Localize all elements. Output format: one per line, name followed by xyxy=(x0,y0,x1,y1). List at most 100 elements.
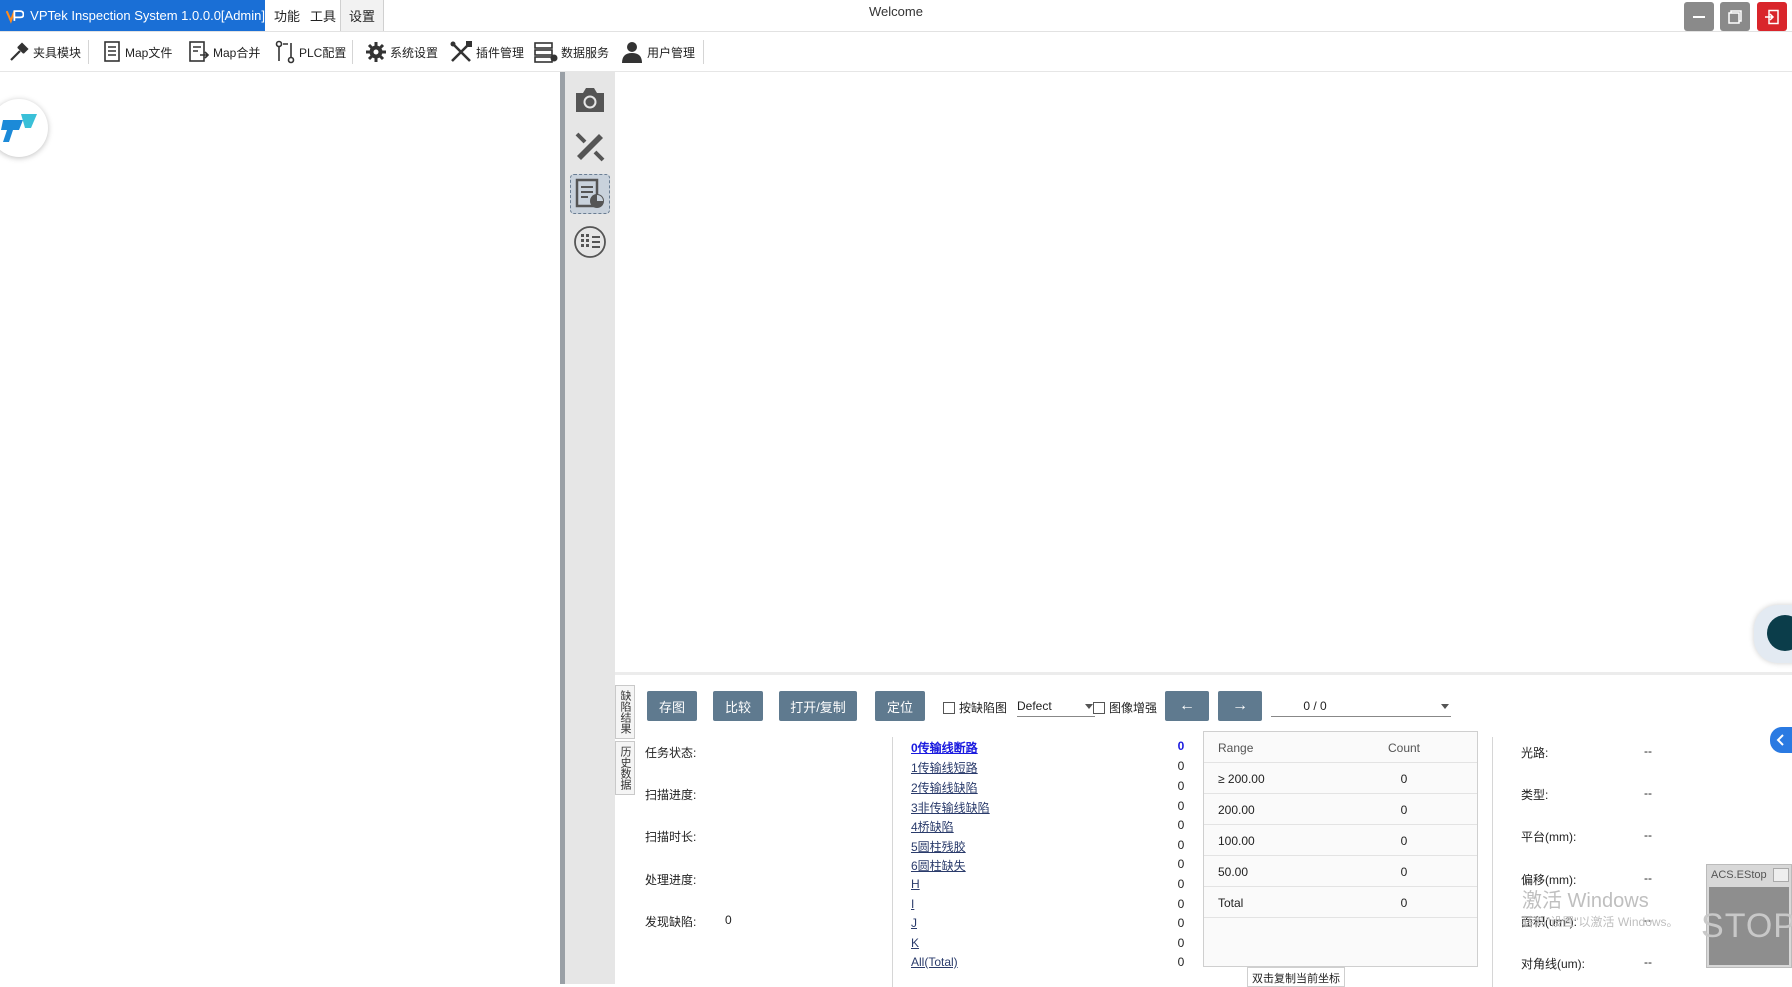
fixture-icon xyxy=(10,42,29,61)
save-image-button[interactable]: 存图 xyxy=(647,691,697,721)
emergency-stop-button[interactable]: STOP xyxy=(1701,887,1792,965)
diagonal-label: 对角线(um): xyxy=(1521,957,1585,971)
assistant-logo-icon xyxy=(1,114,37,142)
chevron-left-icon xyxy=(1776,734,1784,746)
next-button[interactable]: → xyxy=(1218,691,1262,721)
toolbar-fixture-button[interactable]: 夹具模块 xyxy=(8,37,81,67)
defect-type-link[interactable]: 6圆柱缺失 xyxy=(911,857,966,874)
app-name: VPTek Inspection System 1.0.0.0[Admin] xyxy=(30,8,265,23)
chevron-down-icon xyxy=(1085,704,1093,709)
tab-history-data[interactable]: 历史数据 xyxy=(615,741,635,795)
checkbox-box xyxy=(943,701,955,714)
table-row[interactable]: 200.00 0 xyxy=(1204,794,1477,825)
page-indicator[interactable]: 0 / 0 xyxy=(1271,695,1359,717)
light-path-value: -- xyxy=(1644,744,1652,758)
toolbar-user-management-button[interactable]: 用户管理 xyxy=(620,37,695,67)
defect-type-link[interactable]: 1传输线短路 xyxy=(911,759,978,776)
table-row[interactable]: ≥ 200.00 0 xyxy=(1204,763,1477,794)
toolbar-plugins-label: 插件管理 xyxy=(476,45,525,60)
toolbar-plugins-button[interactable]: 插件管理 xyxy=(449,37,524,67)
open-copy-button[interactable]: 打开/复制 xyxy=(779,691,857,721)
menu-settings[interactable]: 设置 xyxy=(340,0,385,31)
view-tool-strip xyxy=(565,72,615,984)
copy-coordinate-hint[interactable]: 双击复制当前坐标 xyxy=(1247,967,1345,987)
locate-button[interactable]: 定位 xyxy=(875,691,925,721)
image-enhance-checkbox-label: 图像增强 xyxy=(1109,701,1158,715)
platform-label: 平台(mm): xyxy=(1521,830,1577,844)
floating-widget[interactable] xyxy=(1754,605,1792,663)
estop-toggle[interactable] xyxy=(1773,868,1789,882)
defect-type-link[interactable]: I xyxy=(911,897,914,911)
toolbar-fixture-label: 夹具模块 xyxy=(33,45,82,60)
toolbar-plc-button[interactable]: PLC配置 xyxy=(274,37,346,67)
tab-defect-result[interactable]: 缺陷结果 xyxy=(615,685,635,739)
count-cell: 0 xyxy=(1400,834,1408,848)
exit-button[interactable] xyxy=(1757,2,1787,31)
map-merge-icon xyxy=(189,41,210,62)
count-cell: 0 xyxy=(1400,772,1408,786)
watermark-subtitle: 转到"设置"以激活 Windows。 xyxy=(1522,915,1679,929)
defect-type-count: 0 xyxy=(1177,739,1185,753)
toolbar-map-file-button[interactable]: Map文件 xyxy=(102,37,172,67)
defect-map-checkbox[interactable]: 按缺陷图 xyxy=(943,699,1007,716)
table-row[interactable]: 100.00 0 xyxy=(1204,825,1477,856)
image-enhance-checkbox[interactable]: 图像增强 xyxy=(1093,699,1157,716)
defects-found-value: 0 xyxy=(725,913,732,927)
defect-type-link[interactable]: 4桥缺陷 xyxy=(911,818,954,835)
maximize-button[interactable] xyxy=(1720,2,1750,31)
defect-type-link[interactable]: 2传输线缺陷 xyxy=(911,779,978,796)
offset-value: -- xyxy=(1644,871,1652,885)
defect-select[interactable]: Defect xyxy=(1017,695,1095,717)
defect-type-link[interactable]: H xyxy=(911,877,920,891)
image-view[interactable] xyxy=(615,72,1792,672)
defects-found-label: 发现缺陷: xyxy=(645,915,697,929)
prev-button[interactable]: ← xyxy=(1165,691,1209,721)
defect-type-count: 0 xyxy=(1177,936,1185,950)
defect-type-count: 0 xyxy=(1177,857,1185,871)
defect-type-link[interactable]: J xyxy=(911,916,917,930)
light-path-label: 光路: xyxy=(1521,746,1549,760)
defect-map-checkbox-label: 按缺陷图 xyxy=(959,701,1008,715)
range-cell: Total xyxy=(1218,896,1244,910)
toolbar-user-management-label: 用户管理 xyxy=(647,45,696,60)
toolbar-system-settings-button[interactable]: 系统设置 xyxy=(365,37,438,67)
defect-type-link[interactable]: All(Total) xyxy=(911,955,958,969)
view-select[interactable] xyxy=(1359,695,1451,717)
count-cell: 0 xyxy=(1400,803,1408,817)
expand-panel-button[interactable] xyxy=(1770,727,1792,753)
emergency-stop-panel: ACS.EStop STOP xyxy=(1701,864,1792,968)
table-row[interactable]: Total 0 xyxy=(1204,887,1477,918)
defect-type-link[interactable]: 3非传输线缺陷 xyxy=(911,799,990,816)
vp-logo-icon xyxy=(6,9,25,24)
camera-icon xyxy=(576,88,604,112)
grid-list-button[interactable] xyxy=(570,222,610,262)
left-map-panel[interactable] xyxy=(0,72,560,984)
report-icon xyxy=(575,178,604,208)
minimize-button[interactable] xyxy=(1684,2,1714,31)
report-button[interactable] xyxy=(570,174,610,214)
toolbar-map-merge-button[interactable]: Map合并 xyxy=(188,37,260,67)
task-state-label: 任务状态: xyxy=(645,746,697,760)
menu-tools[interactable]: 工具 xyxy=(302,0,344,31)
scan-time-label: 扫描时长: xyxy=(645,830,697,844)
scan-progress-label: 扫描进度: xyxy=(645,788,697,802)
defect-type-link[interactable]: 5圆柱残胶 xyxy=(911,838,966,855)
count-header: Count xyxy=(1387,741,1421,755)
defect-result-panel: 缺陷结果 历史数据 存图 比较 打开/复制 定位 按缺陷图 Defect 图像增… xyxy=(615,672,1792,987)
watermark-title: 激活 Windows xyxy=(1522,890,1649,912)
calibration-icon xyxy=(575,132,605,162)
type-label: 类型: xyxy=(1521,788,1549,802)
exit-icon xyxy=(1765,9,1779,24)
calibration-button[interactable] xyxy=(570,127,610,167)
gear-icon xyxy=(366,42,386,62)
camera-button[interactable] xyxy=(570,80,610,120)
grid-list-icon xyxy=(574,226,606,258)
defect-type-link[interactable]: K xyxy=(911,936,919,950)
defect-type-count: 0 xyxy=(1177,916,1185,930)
column-divider xyxy=(892,737,893,987)
toolbar-data-service-button[interactable]: 数据服务 xyxy=(534,37,609,67)
table-row[interactable]: 50.00 0 xyxy=(1204,856,1477,887)
compare-button[interactable]: 比较 xyxy=(713,691,763,721)
range-cell: 50.00 xyxy=(1218,865,1249,879)
defect-type-link[interactable]: 0传输线断路 xyxy=(911,739,978,756)
